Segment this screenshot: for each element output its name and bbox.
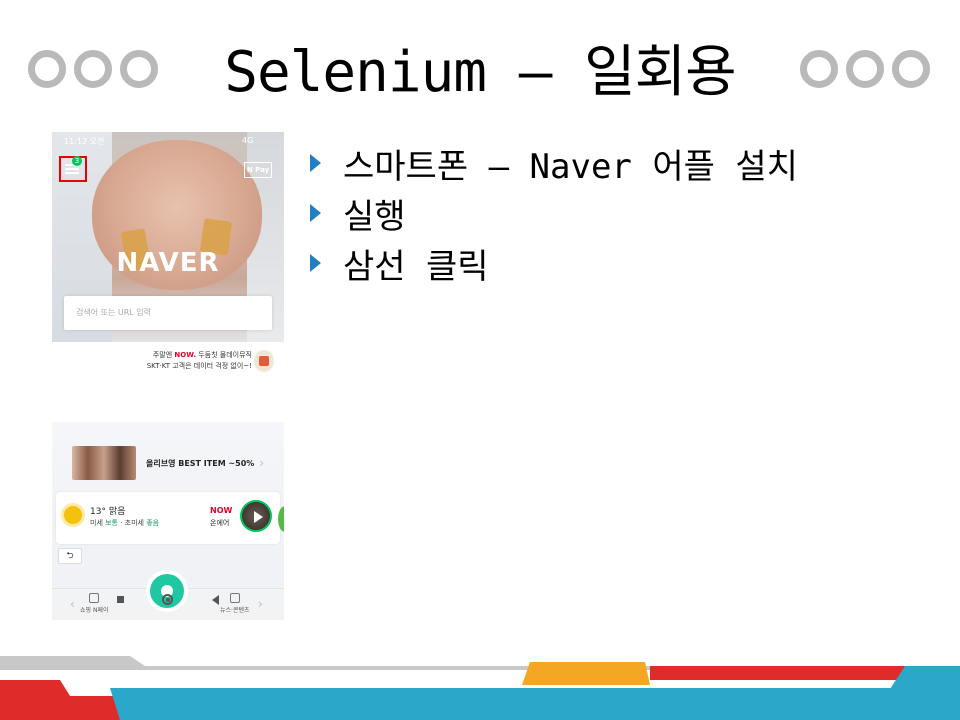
promo-banner[interactable]: 주말엔 NOW. 두둠칫 몰데이뮤직 SKT·KT 고객은 데이터 걱정 없이~…	[52, 342, 284, 382]
promo-line1-suffix: 두둠칫 몰데이뮤직	[196, 351, 252, 359]
bullet-arrow-icon	[310, 154, 321, 172]
status-time: 11:12 오전	[64, 137, 105, 146]
bullet-text: 스마트폰 – Naver 어플 설치	[343, 146, 798, 187]
dust-info: 미세 보통 · 초미세 좋음	[90, 518, 159, 528]
stripe-teal	[110, 688, 900, 720]
recent-apps-icon[interactable]	[117, 596, 124, 603]
status-network: 4G	[242, 136, 254, 145]
decor-circle	[800, 50, 838, 88]
decor-circle	[846, 50, 884, 88]
promo-line2: SKT·KT 고객은 데이터 걱정 없이~!	[146, 362, 252, 370]
promo-text: 주말엔 NOW. 두둠칫 몰데이뮤직 SKT·KT 고객은 데이터 걱정 없이~…	[147, 350, 252, 372]
bullet-text: 실행	[343, 196, 406, 237]
naver-logo: NAVER	[116, 248, 220, 278]
dust-middle: · 초미세	[118, 519, 147, 527]
back-icon[interactable]	[212, 595, 219, 605]
dust-good: 좋음	[146, 519, 160, 527]
weather-now-card[interactable]: 13° 맑음 미세 보통 · 초미세 좋음 NOW 온에어	[56, 492, 284, 544]
cosmetics-image	[72, 446, 136, 480]
bullet-item: 실행	[310, 188, 798, 238]
chevron-right-icon: ›	[259, 456, 264, 470]
shopping-banner-text: 올리브영 BEST ITEM ~50%	[146, 459, 255, 468]
stripe-red-upper	[650, 666, 925, 680]
now-onair: 온에어	[210, 519, 230, 527]
promo-line1-prefix: 주말엔	[152, 351, 175, 359]
dust-prefix: 미세	[90, 519, 106, 527]
dust-normal: 보통	[105, 519, 118, 527]
sun-icon	[64, 506, 82, 524]
android-nav-bar	[52, 588, 284, 612]
bullet-item: 삼선 클릭	[310, 238, 798, 288]
promo-free-icon	[254, 350, 274, 372]
menu-badge: 3	[72, 156, 82, 166]
bullet-list: 스마트폰 – Naver 어플 설치 실행 삼선 클릭	[310, 138, 798, 288]
promo-now-brand: NOW.	[174, 351, 197, 359]
weather-temp: 13° 맑음	[90, 507, 126, 517]
hero-image: 11:12 오전 4G 3 N Pay NAVER 검색어 또는 URL 입력	[52, 132, 284, 342]
home-icon[interactable]	[162, 594, 173, 605]
refresh-icon[interactable]: ⮌	[58, 548, 82, 564]
right-decorative-circles	[800, 50, 930, 88]
next-card-peek	[278, 506, 284, 532]
bullet-item: 스마트폰 – Naver 어플 설치	[310, 138, 798, 188]
bullet-text: 삼선 클릭	[343, 246, 489, 287]
stripe-orange	[522, 662, 650, 685]
now-logo: NOW	[210, 506, 233, 515]
footer-decoration	[0, 656, 960, 720]
decor-circle	[892, 50, 930, 88]
bullet-arrow-icon	[310, 204, 321, 222]
search-input[interactable]: 검색어 또는 URL 입력	[64, 296, 272, 330]
play-icon[interactable]	[240, 500, 272, 532]
shopping-banner[interactable]: 올리브영 BEST ITEM ~50% ›	[72, 446, 272, 480]
npay-icon[interactable]: N Pay	[244, 162, 272, 178]
bullet-arrow-icon	[310, 254, 321, 272]
phone-screenshot: 11:12 오전 4G 3 N Pay NAVER 검색어 또는 URL 입력 …	[52, 132, 284, 620]
